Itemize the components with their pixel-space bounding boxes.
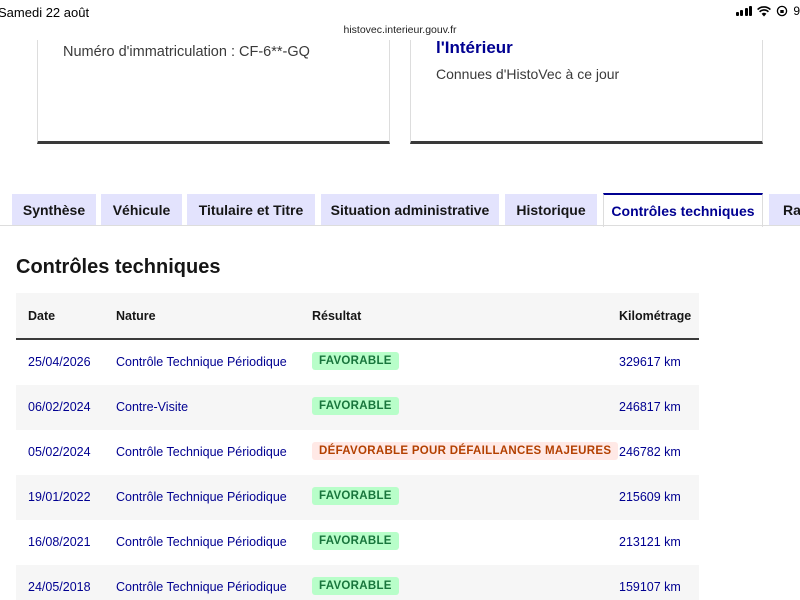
table-header: Date Nature Résultat Kilométrage (16, 293, 699, 340)
tab-situation-administrative[interactable]: Situation administrative (321, 194, 499, 226)
cell-km: 246817 km (619, 400, 681, 414)
cell-km: 213121 km (619, 535, 681, 549)
tab-panel-border (0, 225, 800, 226)
tab-vehicule[interactable]: Véhicule (101, 194, 182, 226)
vehicle-info-card: Numéro d'immatriculation : CF-6**-GQ (37, 40, 390, 144)
table-row: 24/05/2018 Contrôle Technique Périodique… (16, 565, 699, 600)
cell-date: 16/08/2021 (28, 535, 91, 549)
cell-nature: Contre-Visite (116, 400, 189, 414)
tab-historique[interactable]: Historique (505, 194, 597, 226)
result-badge: FAVORABLE (312, 397, 399, 415)
tab-synthese[interactable]: Synthèse (12, 194, 96, 226)
cell-result: FAVORABLE (312, 352, 399, 370)
status-date: Samedi 22 août (0, 5, 90, 20)
cell-nature: Contrôle Technique Périodique (116, 490, 287, 504)
cell-result: FAVORABLE (312, 577, 399, 595)
cellular-signal-icon (735, 6, 753, 16)
status-icons: 9 (735, 4, 800, 18)
cell-nature: Contrôle Technique Périodique (116, 355, 287, 369)
table-row: 16/08/2021 Contrôle Technique Périodique… (16, 520, 699, 565)
result-badge: FAVORABLE (312, 532, 399, 550)
tab-bar: Synthèse Véhicule Titulaire et Titre Sit… (0, 193, 800, 227)
table-row: 05/02/2024 Contrôle Technique Périodique… (16, 430, 699, 475)
tab-rapport[interactable]: Rap (769, 194, 800, 226)
cell-km: 329617 km (619, 355, 681, 369)
cell-date: 05/02/2024 (28, 445, 91, 459)
cell-date: 19/01/2022 (28, 490, 91, 504)
header-date: Date (28, 309, 56, 323)
orientation-lock-icon (777, 5, 788, 17)
page-title: Contrôles techniques (16, 256, 221, 278)
battery-percent: 9 (793, 4, 800, 18)
history-info-card: l'Intérieur Connues d'HistoVec à ce jour (410, 38, 763, 144)
header-nature: Nature (116, 309, 156, 323)
tab-controles-techniques[interactable]: Contrôles techniques (603, 193, 763, 227)
cell-date: 25/04/2026 (28, 355, 91, 369)
card-title: l'Intérieur (436, 38, 513, 57)
result-badge: DÉFAVORABLE POUR DÉFAILLANCES MAJEURES (312, 442, 619, 460)
result-badge: FAVORABLE (312, 487, 399, 505)
cell-result: FAVORABLE (312, 487, 399, 505)
header-km: Kilométrage (619, 309, 692, 323)
address-bar[interactable]: histovec.interieur.gouv.fr (0, 24, 800, 36)
cell-date: 06/02/2024 (28, 400, 91, 414)
cell-result: DÉFAVORABLE POUR DÉFAILLANCES MAJEURES (312, 442, 619, 460)
wifi-icon (757, 5, 772, 16)
result-badge: FAVORABLE (312, 352, 399, 370)
cell-km: 215609 km (619, 490, 681, 504)
cell-date: 24/05/2018 (28, 580, 91, 594)
cell-result: FAVORABLE (312, 532, 399, 550)
cell-result: FAVORABLE (312, 397, 399, 415)
result-badge: FAVORABLE (312, 577, 399, 595)
inspection-table: Date Nature Résultat Kilométrage 25/04/2… (16, 293, 699, 600)
header-result: Résultat (312, 309, 362, 323)
table-row: 25/04/2026 Contrôle Technique Périodique… (16, 340, 699, 385)
cell-nature: Contrôle Technique Périodique (116, 535, 287, 549)
cell-km: 246782 km (619, 445, 681, 459)
cell-km: 159107 km (619, 580, 681, 594)
cell-nature: Contrôle Technique Périodique (116, 445, 287, 459)
status-bar: Samedi 22 août 9 (0, 0, 800, 24)
cell-nature: Contrôle Technique Périodique (116, 580, 287, 594)
table-row: 06/02/2024 Contre-Visite FAVORABLE 24681… (16, 385, 699, 430)
tab-titulaire[interactable]: Titulaire et Titre (187, 194, 315, 226)
registration-number: Numéro d'immatriculation : CF-6**-GQ (63, 44, 310, 60)
table-row: 19/01/2022 Contrôle Technique Périodique… (16, 475, 699, 520)
card-subtitle: Connues d'HistoVec à ce jour (436, 66, 620, 82)
